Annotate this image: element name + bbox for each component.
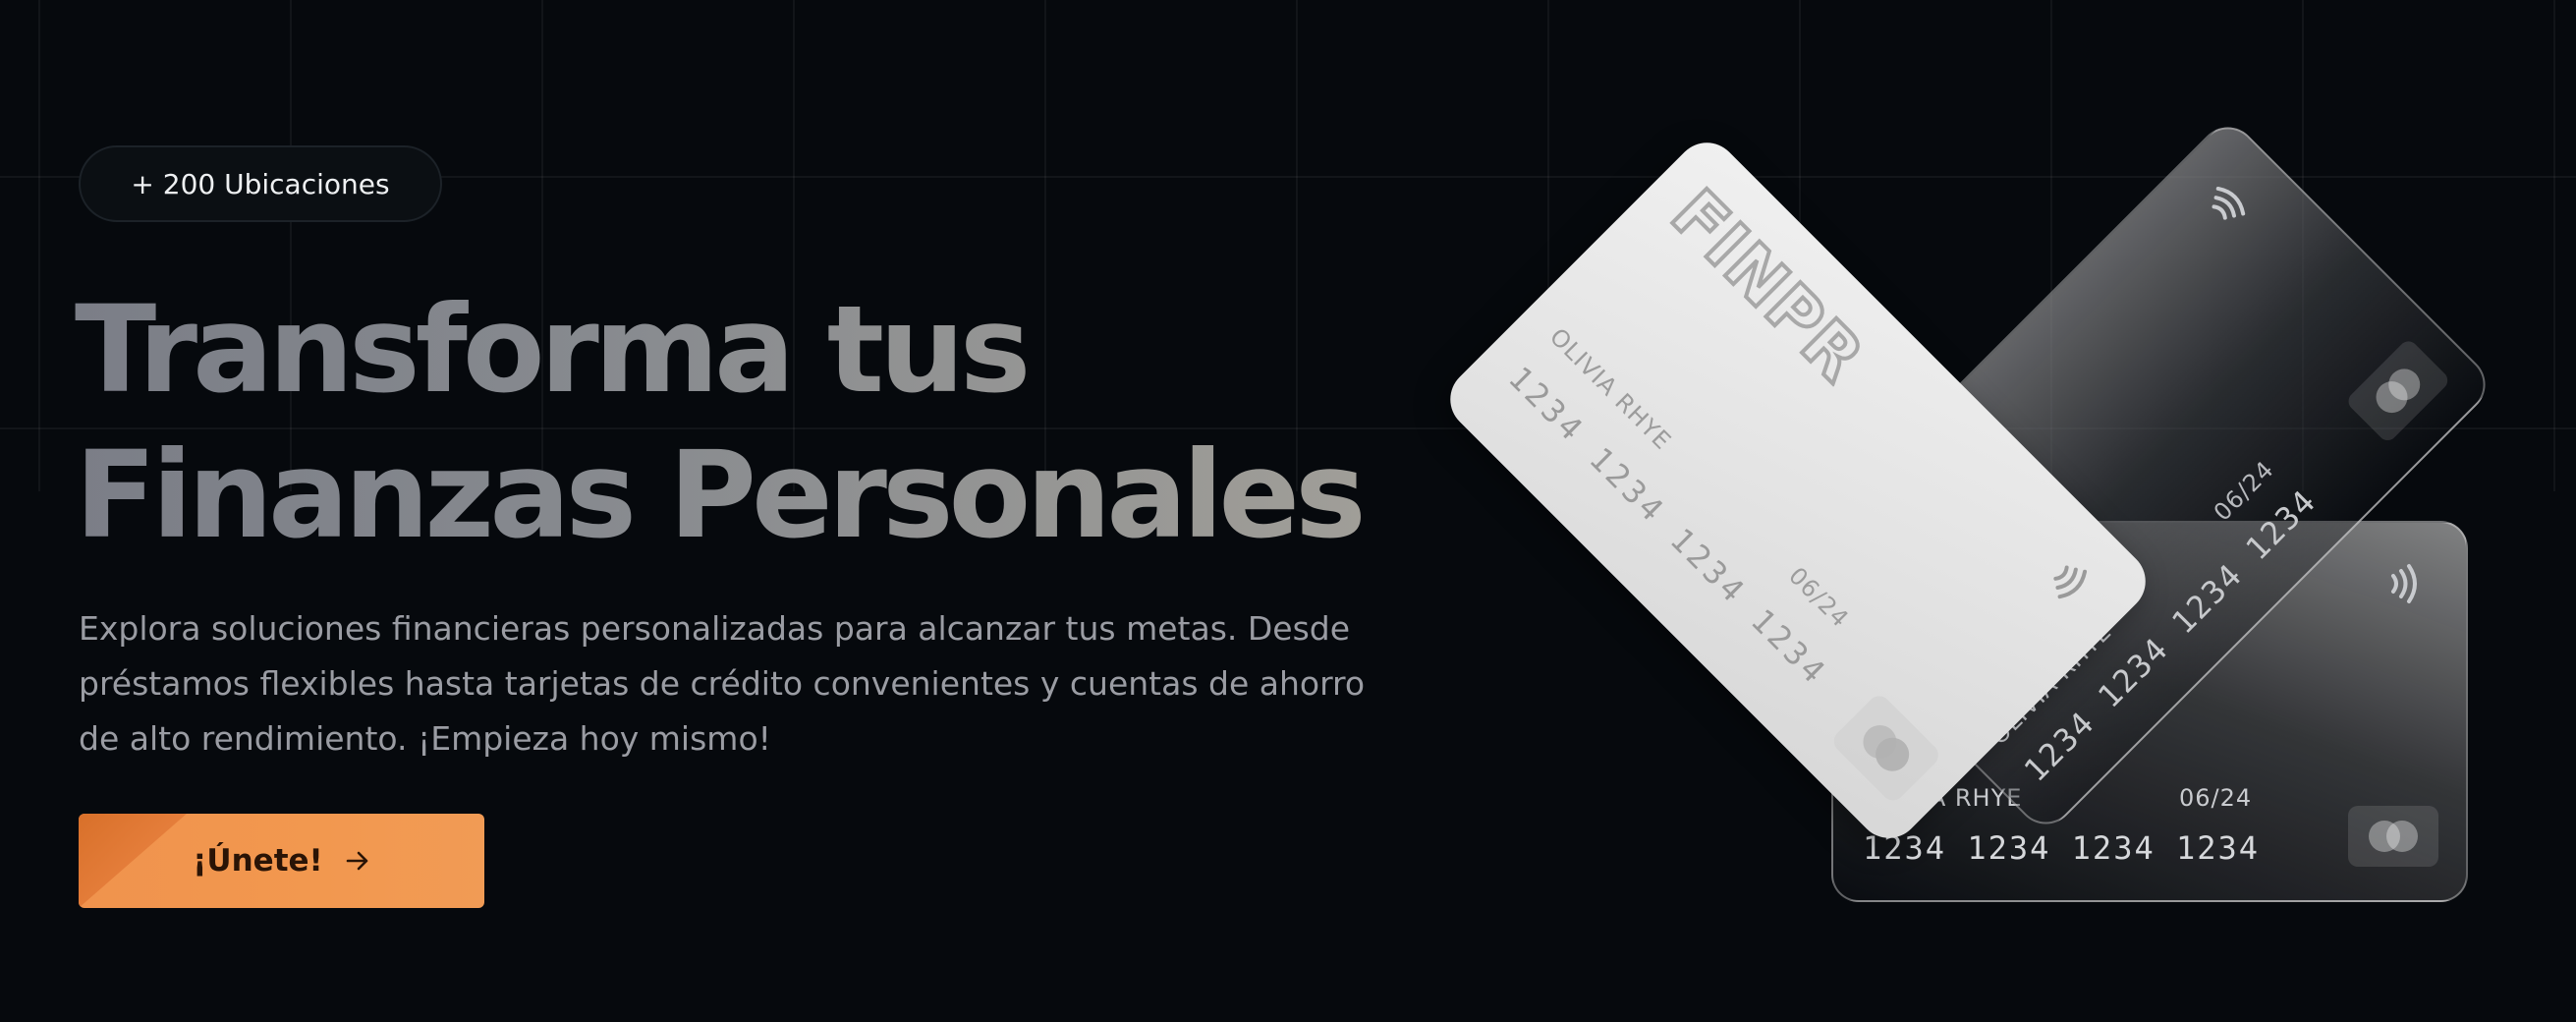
card-number: 1234 1234 1234 1234: [1863, 829, 2261, 867]
title-line-2: Finanzas Personales: [75, 426, 1362, 565]
card-number: 1234 1234 1234 1234: [1501, 359, 1835, 693]
contactless-icon: [2195, 171, 2265, 241]
hero-description: Explora soluciones financieras personali…: [79, 609, 1366, 758]
badge-text: + 200 Ubicaciones: [131, 167, 390, 200]
title-line-1: Transforma tus: [75, 280, 1027, 420]
contactless-icon: [2034, 548, 2103, 618]
join-button[interactable]: ¡Únete!: [79, 814, 484, 908]
hero-section: + 200 Ubicaciones Transforma tus Finanza…: [0, 0, 2576, 1022]
join-button-label: ¡Únete!: [193, 843, 323, 879]
card-network-icon: [1826, 691, 1943, 808]
credit-cards-illustration: OLIVIA RHYE 06/24 1234 1234 1234 1234 06…: [1437, 39, 2576, 1022]
finpro-logo-text: FINPRO: [1656, 176, 1878, 398]
card-network-icon: [2348, 806, 2438, 871]
contactless-icon: [2381, 560, 2429, 611]
arrow-right-icon: [345, 848, 370, 874]
locations-badge: + 200 Ubicaciones: [79, 145, 442, 222]
card-expiry: 06/24: [2179, 784, 2253, 812]
card-expiry: 06/24: [1783, 561, 1855, 634]
page-title: Transforma tus Finanzas Personales: [75, 277, 1372, 568]
finpro-logo: FINPRO: [1652, 174, 1922, 441]
card-network-icon: [2344, 337, 2454, 447]
